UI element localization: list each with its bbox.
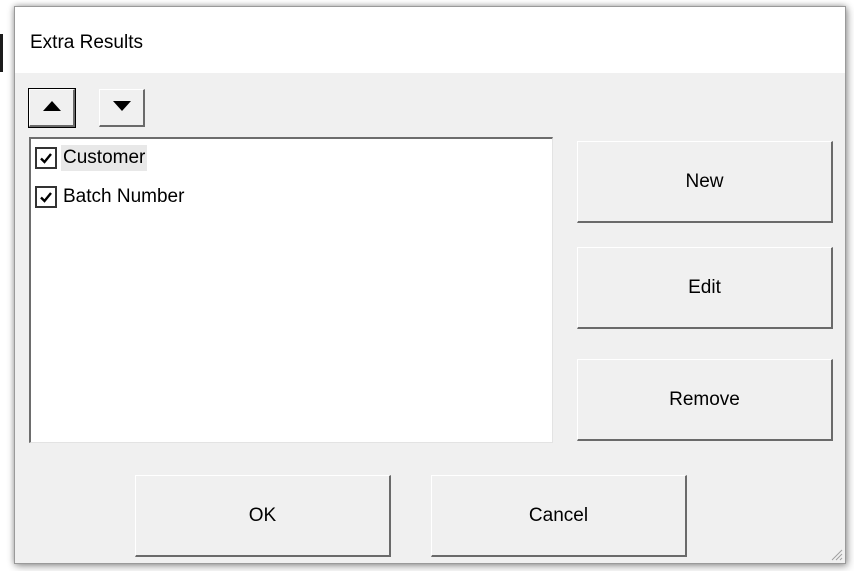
move-up-button[interactable]	[28, 88, 76, 128]
checkmark-icon	[40, 153, 52, 164]
edit-button[interactable]: Edit	[577, 247, 833, 329]
resize-grip-icon[interactable]	[829, 547, 843, 561]
ok-button[interactable]: OK	[135, 475, 391, 557]
checkbox-batch-number[interactable]	[35, 186, 57, 208]
checkbox-customer[interactable]	[35, 147, 57, 169]
extra-results-list[interactable]: Customer Batch Number	[29, 137, 553, 443]
remove-button[interactable]: Remove	[577, 359, 833, 441]
new-button[interactable]: New	[577, 141, 833, 223]
triangle-up-icon	[42, 99, 62, 117]
triangle-down-icon	[112, 99, 132, 117]
move-down-button[interactable]	[99, 89, 145, 127]
background-window-edge	[0, 34, 3, 72]
list-item-customer[interactable]: Customer	[35, 143, 148, 173]
list-item-label: Customer	[61, 145, 148, 171]
extra-results-dialog: Extra Results Customer Batch Number New …	[14, 6, 846, 564]
cancel-button[interactable]: Cancel	[431, 475, 687, 557]
list-item-batch-number[interactable]: Batch Number	[35, 182, 186, 212]
list-item-label: Batch Number	[63, 186, 185, 207]
title-bar: Extra Results	[15, 7, 845, 73]
dialog-title: Extra Results	[30, 32, 143, 53]
checkmark-icon	[40, 192, 52, 203]
